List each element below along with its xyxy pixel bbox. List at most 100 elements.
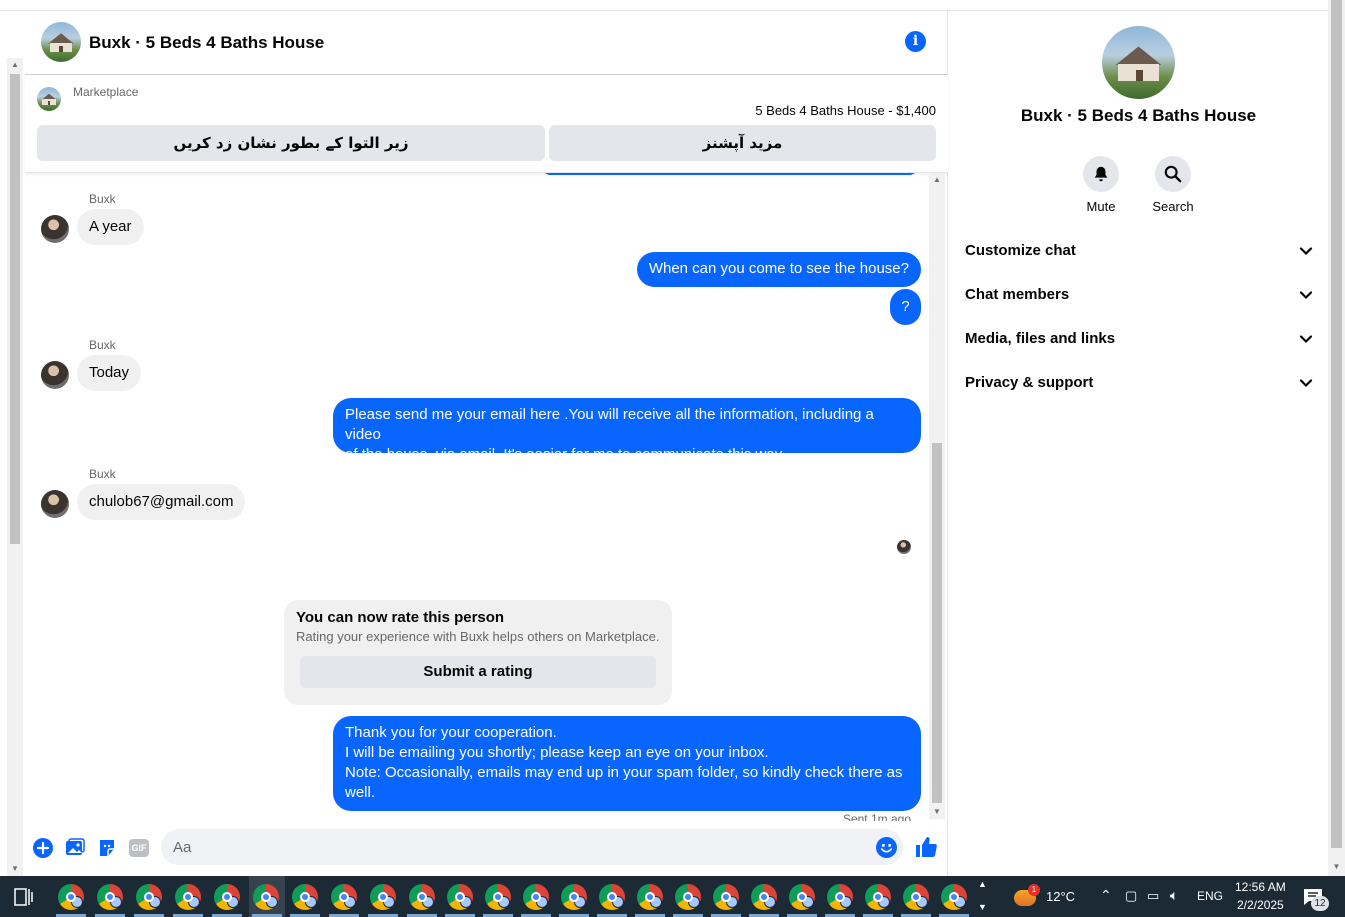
chrome-icon[interactable] [370,884,396,910]
message-bubble-outgoing[interactable] [541,173,919,175]
page-left-scrollbar[interactable]: ▲ ▼ [7,58,23,876]
scroll-up-arrow-icon[interactable]: ▲ [929,173,945,187]
chrome-icon[interactable] [214,884,240,910]
plus-circle-icon[interactable] [33,838,53,858]
gif-icon[interactable]: GIF [129,839,149,857]
photo-icon[interactable] [65,838,85,858]
task-view-icon[interactable] [14,888,34,906]
section-privacy-support[interactable]: Privacy & support [965,374,1313,398]
chrome-icon[interactable] [713,884,739,910]
listing-profile-photo[interactable] [1102,26,1175,99]
section-label: Customize chat [965,242,1076,259]
chrome-icon[interactable] [751,884,777,910]
sender-name: Buxk [89,467,116,481]
message-bubble-outgoing[interactable]: ? [890,289,921,325]
sent-status: Sent 1m ago [842,812,911,821]
chrome-icon[interactable] [58,884,84,910]
chrome-icon[interactable] [941,884,967,910]
section-chat-members[interactable]: Chat members [965,286,1313,310]
section-media-files-links[interactable]: Media, files and links [965,330,1313,354]
network-icon[interactable]: ▭ [1147,888,1159,904]
avatar[interactable] [41,490,69,518]
weather-temperature[interactable]: 12°C [1046,889,1075,904]
section-label: Chat members [965,286,1070,303]
message-bubble-outgoing[interactable]: Thank you for your cooperation. I will b… [333,716,921,811]
clock-date[interactable]: 2/2/2025 [1237,898,1284,912]
chrome-icon[interactable] [903,884,929,910]
bell-icon [1094,166,1108,182]
chrome-icon[interactable] [827,884,853,910]
weather-badge: 1 [1028,884,1040,896]
mark-as-pending-button[interactable]: زیر التوا کے بطور نشان زد کریں [37,125,545,161]
message-list-scrollbar[interactable]: ▲ ▼ [929,173,945,819]
chrome-icon[interactable] [253,884,279,910]
rating-card: You can now rate this person Rating your… [284,600,672,705]
language-indicator[interactable]: ENG [1197,889,1223,903]
marketplace-bar: Marketplace 5 Beds 4 Baths House - $1,40… [25,75,948,173]
chrome-icon[interactable] [637,884,663,910]
meet-now-icon[interactable]: ▢ [1125,888,1137,904]
chrome-icon[interactable] [865,884,891,910]
scrollbar-thumb[interactable] [10,74,20,544]
section-customize-chat[interactable]: Customize chat [965,242,1313,266]
chrome-icon[interactable] [447,884,473,910]
chevron-up-icon[interactable]: ⌃ [1100,887,1112,904]
avatar[interactable] [41,215,69,243]
scroll-up-arrow-icon[interactable]: ▲ [7,58,23,72]
chevron-down-icon [1299,291,1313,300]
notification-count-badge: 12 [1311,896,1329,911]
message-bubble-outgoing[interactable]: Please send me your email here .You will… [333,398,921,463]
message-input[interactable] [161,829,903,865]
section-label: Privacy & support [965,374,1094,391]
emoji-icon[interactable] [876,837,897,858]
chrome-icon[interactable] [485,884,511,910]
chevron-down-icon [1299,379,1313,388]
info-icon[interactable]: i [905,31,926,52]
read-receipt-avatar [897,540,911,554]
scroll-down-arrow-icon[interactable]: ▼ [929,805,945,819]
scroll-down-arrow-icon[interactable]: ▼ [1328,860,1345,874]
message-bubble-incoming[interactable]: chulob67@gmail.com [77,484,246,520]
chrome-icon[interactable] [561,884,587,910]
listing-title-price[interactable]: 5 Beds 4 Baths House - $1,400 [755,103,936,118]
sticker-icon[interactable] [97,838,117,858]
mute-button[interactable]: Mute [1071,156,1131,214]
clock-time[interactable]: 12:56 AM [1235,880,1286,894]
scroll-down-arrow-icon[interactable]: ▼ [7,862,23,876]
chrome-icon[interactable] [599,884,625,910]
thumbs-up-icon[interactable] [914,835,938,859]
chrome-icon[interactable] [292,884,318,910]
message-bubble-incoming[interactable]: Today [77,355,142,391]
chat-title[interactable]: Buxk · 5 Beds 4 Baths House [89,33,324,53]
weather-icon[interactable]: 1 [1014,884,1040,906]
chrome-icon[interactable] [523,884,549,910]
more-options-button[interactable]: مزید آپشنز [549,125,936,161]
message-bubble-incoming[interactable]: A year [77,209,144,245]
chrome-icon[interactable] [136,884,162,910]
chrome-icon[interactable] [175,884,201,910]
scrollbar-thumb[interactable] [1331,0,1342,848]
scrollbar-thumb[interactable] [932,443,942,803]
marketplace-label: Marketplace [73,85,139,99]
taskbar-scroll-up-icon[interactable]: ▲ [978,879,987,889]
avatar[interactable] [41,361,69,389]
chrome-icon[interactable] [789,884,815,910]
taskbar-scroll-down-icon[interactable]: ▼ [978,902,987,912]
page-right-scrollbar[interactable]: ▼ [1328,0,1345,876]
listing-avatar[interactable] [41,22,81,62]
submit-rating-button[interactable]: Submit a rating [300,656,656,688]
section-label: Media, files and links [965,330,1116,347]
volume-icon[interactable]: 🔈︎ [1170,887,1178,904]
chrome-icon[interactable] [675,884,701,910]
rating-card-title: You can now rate this person [296,609,505,626]
chrome-icon[interactable] [409,884,435,910]
chrome-icon[interactable] [331,884,357,910]
listing-thumbnail[interactable] [37,87,61,111]
sender-name: Buxk [89,192,116,206]
chat-column: Buxk · 5 Beds 4 Baths House i Marketplac… [25,11,948,876]
search-button[interactable]: Search [1143,156,1203,214]
message-bubble-outgoing[interactable]: When can you come to see the house? [636,252,921,287]
sender-name: Buxk [89,338,116,352]
chrome-icon[interactable] [97,884,123,910]
search-icon [1164,165,1182,183]
